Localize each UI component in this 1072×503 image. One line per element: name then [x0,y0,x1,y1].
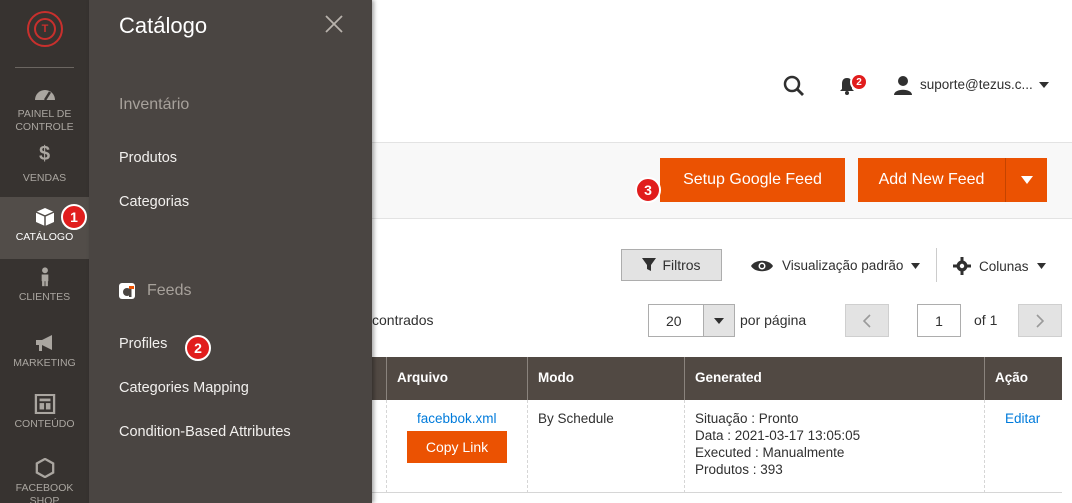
menu-item-profiles[interactable]: Profiles [119,336,167,352]
person-icon [41,267,48,287]
admin-sidebar: T PAINEL DE CONTROLE $ VENDAS CATÁLOGO C… [0,0,89,503]
close-icon[interactable] [323,13,345,35]
sidebar-item-content[interactable]: CONTEÚDO [0,394,89,431]
filters-button[interactable]: Filtros [621,249,722,281]
caret-down-icon[interactable] [1039,82,1049,88]
sidebar-item-label: SHOP [29,495,60,503]
hexagon-icon [35,458,54,478]
caret-down-icon [1020,176,1033,184]
sidebar-item-label: CONTEÚDO [14,418,75,430]
caret-down-icon [714,317,724,324]
step-badge-2: 2 [185,335,211,361]
per-page-label: por página [740,312,807,328]
menu-item-categories[interactable]: Categorias [119,194,189,210]
step-badge-3: 3 [635,177,661,203]
per-page-toggle[interactable] [703,305,734,336]
total-pages-text: of 1 [974,312,998,328]
sidebar-item-sales[interactable]: $ VENDAS [0,143,89,185]
per-page-select[interactable]: 20 [648,304,735,337]
table-row: facebbok.xml Copy Link By Schedule Situa… [372,400,1062,493]
sidebar-item-label: VENDAS [22,172,67,184]
sidebar-item-marketing[interactable]: MARKETING [0,333,89,370]
cell-file: facebbok.xml Copy Link [386,400,528,493]
eye-icon [751,260,773,271]
setup-google-feed-button[interactable]: Setup Google Feed [660,158,845,202]
default-view-dropdown[interactable]: Visualização padrão [750,258,921,273]
sidebar-item-label: CONTROLE [15,121,74,133]
chevron-right-icon [1036,313,1044,328]
section-heading-feeds: Feeds [119,282,191,300]
catalog-submenu-panel: Catálogo Inventário Produtos Categorias … [89,0,372,503]
sidebar-divider [15,67,74,68]
sidebar-item-label: CATÁLOGO [15,231,74,243]
chevron-left-icon [863,313,871,328]
button-label: Setup Google Feed [683,171,822,188]
dropdown-label: Colunas [979,258,1029,274]
user-account-label[interactable]: suporte@tezus.c... [920,77,1033,92]
dollar-icon: $ [38,143,51,165]
caret-down-icon [1036,263,1046,269]
sidebar-item-dashboard[interactable]: PAINEL DE CONTROLE [0,84,89,134]
section-heading-label: Feeds [147,282,192,299]
menu-item-products[interactable]: Produtos [119,150,177,166]
generated-products: Produtos : 393 [695,462,783,477]
per-page-value: 20 [666,313,682,329]
cell-mode: By Schedule [527,400,685,493]
add-new-feed-dropdown-toggle[interactable] [1005,158,1047,202]
next-page-button[interactable] [1018,304,1062,337]
menu-item-categories-mapping[interactable]: Categories Mapping [119,380,249,396]
box-icon [35,208,54,226]
generated-executed: Executed : Manualmente [695,445,845,460]
grid-header: Arquivo Modo Generated Ação [372,357,1062,400]
generated-status: Situação : Pronto [695,411,799,426]
search-icon[interactable] [783,75,805,97]
edit-link[interactable]: Editar [1005,411,1040,426]
layout-icon [34,394,55,414]
panel-title: Catálogo [119,13,208,38]
menu-item-condition-based-attributes[interactable]: Condition-Based Attributes [119,424,291,440]
column-header-mode[interactable]: Modo [527,357,685,400]
notifications-count-badge: 2 [850,73,868,91]
generated-date: Data : 2021-03-17 13:05:05 [695,428,861,443]
dropdown-label: Visualização padrão [782,258,904,273]
step-badge-1: 1 [61,204,87,230]
feeds-module-icon [119,283,135,299]
funnel-icon [642,258,657,271]
feed-file-link[interactable]: facebbok.xml [407,410,518,427]
copy-link-button[interactable]: Copy Link [407,431,507,463]
sidebar-item-facebook-shop[interactable]: FACEBOOK SHOP [0,458,89,503]
button-label: Filtros [662,257,701,273]
button-label: Add New Feed [878,171,985,188]
previous-page-button[interactable] [845,304,889,337]
column-header-generated[interactable]: Generated [684,357,985,400]
column-header-action[interactable]: Ação [984,357,1062,400]
add-new-feed-button[interactable]: Add New Feed [858,158,1005,202]
admin-page: T PAINEL DE CONTROLE $ VENDAS CATÁLOGO C… [0,0,1072,503]
sidebar-item-label: CLIENTES [18,291,71,303]
logo-mark: T [34,18,56,40]
records-found-text: contrados [372,312,434,328]
user-icon[interactable] [893,75,913,95]
columns-dropdown[interactable]: Colunas [953,257,1046,275]
sidebar-item-label: FACEBOOK [15,482,74,494]
section-heading-inventory: Inventário [119,96,190,113]
cell-action: Editar [984,400,1062,493]
megaphone-icon [35,335,52,351]
cell-generated: Situação : Pronto Data : 2021-03-17 13:0… [684,400,985,493]
store-logo[interactable]: T [27,11,63,47]
current-page-input[interactable]: 1 [917,304,961,337]
toolbar-divider [936,248,937,282]
sidebar-item-label: MARKETING [13,357,76,369]
sidebar-item-label: PAINEL DE [17,108,72,120]
gear-icon [953,257,971,275]
speedometer-icon [34,90,55,101]
column-header-file[interactable]: Arquivo [386,357,528,400]
sidebar-item-customers[interactable]: CLIENTES [0,267,89,304]
caret-down-icon [911,262,921,269]
